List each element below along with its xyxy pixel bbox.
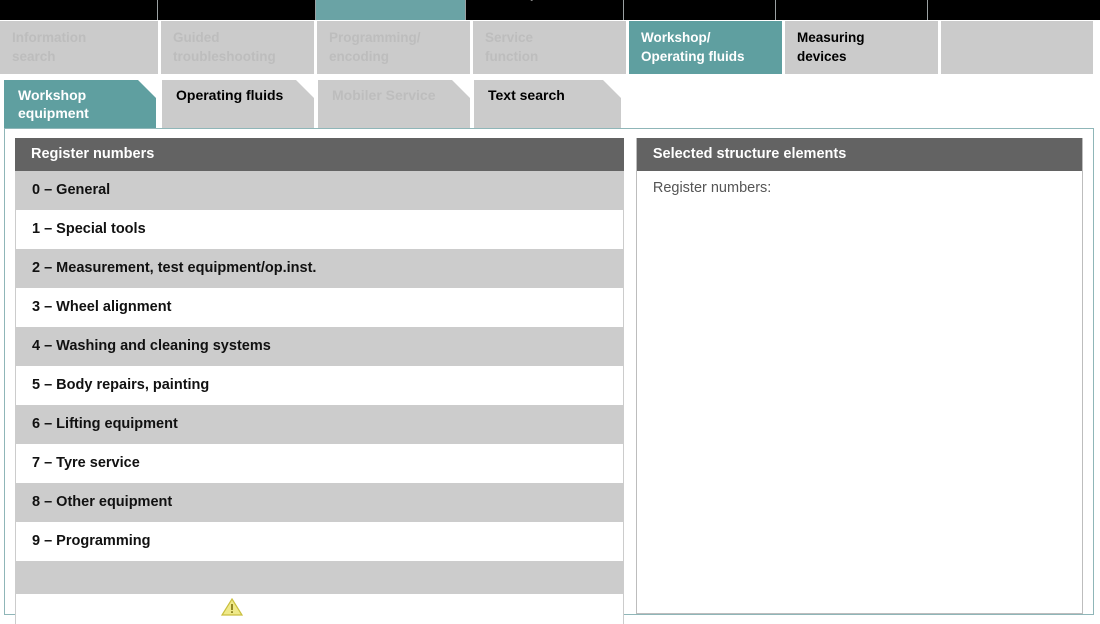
register-row[interactable]: 5 – Body repairs, painting bbox=[16, 366, 623, 405]
module-tab-guided-troubleshooting[interactable]: Guided troubleshooting bbox=[161, 21, 314, 74]
primary-tab-vehicle-test[interactable]: Vehicle test bbox=[158, 0, 316, 20]
register-row[interactable]: 7 – Tyre service bbox=[16, 444, 623, 483]
sub-tab-row: Workshop equipment Operating fluids Mobiler… bbox=[0, 80, 1100, 128]
sub-tab-label-line1: Mobiler Service bbox=[332, 87, 436, 103]
module-tab-row: Information search Guided troubleshooting Pr… bbox=[0, 21, 1100, 74]
module-tab-label-line1: Workshop/ bbox=[641, 30, 711, 45]
module-tab-programming-encoding[interactable]: Programming/encoding bbox=[317, 21, 470, 74]
register-numbers-list: 0 – General 1 – Special tools 2 – Measurem… bbox=[15, 171, 624, 594]
register-row[interactable]: 0 – General bbox=[16, 171, 623, 210]
module-tab-label-line1: Service bbox=[485, 30, 534, 45]
register-row[interactable]: 6 – Lifting equipment bbox=[16, 405, 623, 444]
module-tab-empty-6 bbox=[941, 21, 1093, 74]
sub-tab-label-line1: Text search bbox=[488, 87, 565, 103]
module-tab-label-line2: troubleshooting bbox=[173, 49, 276, 64]
register-numbers-panel: Register numbers 0 – General 1 – Special … bbox=[15, 138, 624, 624]
module-tab-workshop-operating-fluids[interactable]: Workshop/Operating fluids bbox=[629, 21, 782, 74]
sub-tab-label-line1: Operating fluids bbox=[176, 87, 284, 103]
module-tab-label-line2: search bbox=[12, 49, 56, 64]
module-tab-label-line1: Measuring bbox=[797, 30, 865, 45]
register-row[interactable]: 4 – Washing and cleaning systems bbox=[16, 327, 623, 366]
register-list-filler-row bbox=[16, 561, 623, 593]
module-tab-measuring-devices[interactable]: Measuring devices bbox=[785, 21, 938, 74]
register-row[interactable]: 9 – Programming bbox=[16, 522, 623, 561]
register-row[interactable]: 8 – Other equipment bbox=[16, 483, 623, 522]
module-tab-label-line2: Operating fluids bbox=[641, 49, 745, 64]
primary-tab-identification[interactable]: Identification bbox=[0, 0, 158, 20]
warning-triangle-icon bbox=[221, 596, 243, 616]
sub-tab-label-line1: Workshop bbox=[18, 87, 87, 103]
register-row[interactable]: 1 – Special tools bbox=[16, 210, 623, 249]
selected-register-numbers-label: Register numbers: bbox=[652, 180, 772, 196]
warning-strip bbox=[15, 594, 624, 624]
primary-tab-strip: IdentificationVehicle testFlat rateServi… bbox=[0, 0, 1100, 20]
primary-tab-empty-4 bbox=[624, 0, 776, 20]
module-tab-label-line2: devices bbox=[797, 49, 847, 64]
selected-structure-elements-panel: Selected structure elements Register num… bbox=[635, 138, 1083, 614]
selected-structure-elements-body: Register numbers: bbox=[636, 171, 1082, 576]
primary-tab-flat-rate[interactable]: Flat rate bbox=[316, 0, 466, 20]
sub-tab-workshop-equipment[interactable]: Workshop equipment bbox=[4, 80, 156, 128]
main-content-frame: Register numbers 0 – General 1 – Special … bbox=[4, 128, 1094, 624]
module-tab-label-line1: Information bbox=[12, 30, 87, 45]
sub-tab-text-search[interactable]: Text search bbox=[474, 80, 621, 128]
module-tab-service-function[interactable]: Service function bbox=[473, 21, 626, 74]
register-row[interactable]: 3 – Wheel alignment bbox=[16, 288, 623, 327]
sub-tab-operating-fluids[interactable]: Operating fluids bbox=[162, 80, 314, 128]
module-tab-label-line1: Guided bbox=[173, 30, 220, 45]
sub-tab-mobiler-service[interactable]: Mobiler Service bbox=[318, 80, 470, 128]
selected-structure-elements-header: Selected structure elements bbox=[636, 138, 1082, 171]
module-tab-label-line2: encoding bbox=[329, 49, 389, 64]
primary-tab-empty-5 bbox=[776, 0, 928, 20]
primary-tab-service-plan[interactable]: Service plan bbox=[466, 0, 624, 20]
sub-tab-label-line2: equipment bbox=[18, 105, 89, 121]
module-tab-label-line2: function bbox=[485, 49, 539, 64]
register-numbers-header: Register numbers bbox=[15, 138, 624, 171]
register-row[interactable]: 2 – Measurement, test equipment/op.inst. bbox=[16, 249, 623, 288]
module-tab-label-line1: Programming/ bbox=[329, 30, 421, 45]
module-tab-information-search[interactable]: Information search bbox=[0, 21, 158, 74]
primary-tab-empty-6 bbox=[928, 0, 1100, 20]
